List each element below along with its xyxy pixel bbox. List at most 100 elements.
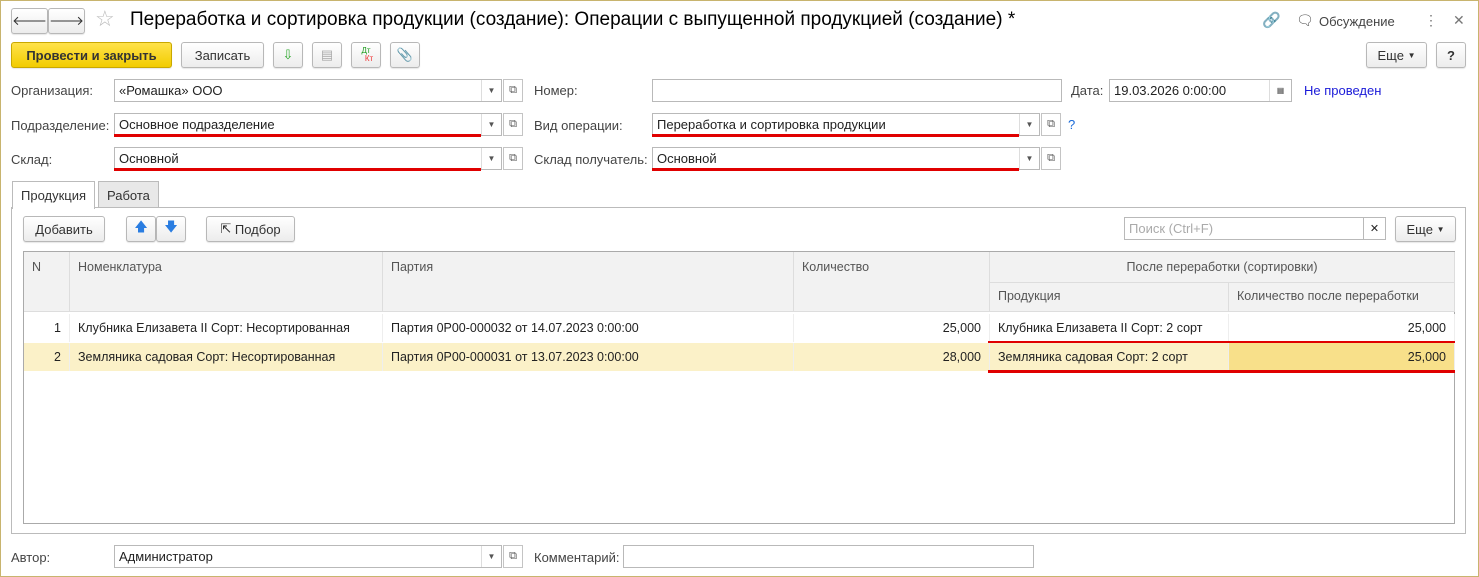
error-underline (988, 370, 1455, 373)
cell-product[interactable]: Земляника садовая Сорт: 2 сорт (990, 343, 1229, 371)
chevron-down-icon[interactable]: ▼ (481, 546, 501, 567)
window-title: Переработка и сортировка продукции (созд… (130, 9, 1016, 30)
cell-item[interactable]: Клубника Елизавета II Сорт: Несортирован… (70, 314, 383, 342)
post-and-close-button[interactable]: Провести и закрыть (11, 42, 172, 68)
unpost-icon[interactable]: ▤ (312, 42, 342, 68)
chevron-down-icon[interactable]: ▼ (481, 80, 501, 101)
link-icon[interactable]: 🔗 (1262, 11, 1281, 29)
table-more-button[interactable]: Еще ▼ (1395, 216, 1456, 242)
header-batch[interactable]: Партия (383, 252, 794, 312)
error-underline (114, 168, 481, 171)
cell-product[interactable]: Клубника Елизавета II Сорт: 2 сорт (990, 314, 1229, 342)
pick-button[interactable]: ⇱ Подбор (206, 216, 295, 242)
header-item[interactable]: Номенклатура (70, 252, 383, 312)
op-label: Вид операции: (534, 118, 623, 133)
error-underline (114, 134, 481, 137)
op-field[interactable]: Переработка и сортировка продукции ▼ (652, 113, 1040, 136)
help-button[interactable]: ? (1436, 42, 1466, 68)
error-underline (652, 134, 1019, 137)
open-icon[interactable]: ⧉ (1041, 113, 1061, 136)
attachment-icon[interactable]: 📎 (390, 42, 420, 68)
clear-search-icon[interactable]: ✕ (1363, 217, 1386, 240)
error-underline (652, 168, 1019, 171)
chevron-down-icon[interactable]: ▼ (1019, 148, 1039, 169)
header-n[interactable]: N (24, 252, 70, 312)
wh-label: Склад: (11, 152, 53, 167)
products-table: N Номенклатура Партия Количество После п… (23, 251, 1455, 524)
wh2-label: Склад получатель: (534, 152, 648, 167)
number-field[interactable] (652, 79, 1062, 102)
tab-products[interactable]: Продукция (12, 181, 96, 209)
wh-field[interactable]: Основной ▼ (114, 147, 502, 170)
dept-value: Основное подразделение (119, 117, 275, 132)
wh-value: Основной (119, 151, 179, 166)
more-label: Еще (1406, 221, 1433, 237)
comment-label: Комментарий: (534, 550, 620, 565)
date-field[interactable]: 19.03.2026 0:00:00 ▦ (1109, 79, 1292, 102)
close-icon[interactable]: ✕ (1453, 12, 1465, 29)
open-icon[interactable]: ⧉ (503, 545, 523, 568)
cell-item[interactable]: Земляника садовая Сорт: Несортированная (70, 343, 383, 371)
table-row-selected[interactable]: 2 Земляника садовая Сорт: Несортированна… (24, 343, 1455, 371)
forward-button[interactable]: 🡒 (48, 8, 85, 34)
add-button[interactable]: Добавить (23, 216, 105, 242)
org-label: Организация: (11, 83, 94, 98)
dept-label: Подразделение: (11, 118, 110, 133)
search-input[interactable]: Поиск (Ctrl+F) (1124, 217, 1364, 240)
date-label: Дата: (1071, 83, 1104, 98)
dt-kt-button[interactable]: Дт Кт (351, 42, 381, 68)
wh2-field[interactable]: Основной ▼ (652, 147, 1040, 170)
more-menu-icon[interactable]: ⋮ (1424, 12, 1438, 29)
more-label: Еще (1377, 47, 1404, 63)
more-button[interactable]: Еще ▼ (1366, 42, 1427, 68)
kt-label: Кт (364, 54, 374, 63)
chevron-down-icon: ▼ (1407, 50, 1416, 60)
cell-n: 2 (24, 343, 70, 371)
save-button[interactable]: Записать (181, 42, 264, 68)
pick-label: Подбор (234, 221, 281, 237)
back-button[interactable]: 🡐 (11, 8, 48, 34)
chevron-down-icon[interactable]: ▼ (1019, 114, 1039, 135)
cell-batch[interactable]: Партия 0Р00-000031 от 13.07.2023 0:00:00 (383, 343, 794, 371)
chevron-down-icon[interactable]: ▼ (481, 114, 501, 135)
favorite-star-icon[interactable]: ☆ (95, 6, 115, 32)
cell-qty[interactable]: 25,000 (794, 314, 990, 342)
post-icon[interactable]: ⇩ (273, 42, 303, 68)
chevron-down-icon[interactable]: ▼ (481, 148, 501, 169)
tab-work[interactable]: Работа (98, 181, 159, 208)
cell-batch[interactable]: Партия 0Р00-000032 от 14.07.2023 0:00:00 (383, 314, 794, 342)
cell-qty[interactable]: 28,000 (794, 343, 990, 371)
chevron-down-icon: ▼ (1436, 224, 1445, 234)
header-qty-after[interactable]: Количество после переработки (1229, 283, 1455, 312)
move-down-icon[interactable]: 🡇 (156, 216, 186, 242)
discussion-icon[interactable]: 🗨 (1296, 12, 1314, 29)
header-product[interactable]: Продукция (990, 283, 1229, 312)
comment-field[interactable] (623, 545, 1034, 568)
table-row[interactable]: 1 Клубника Елизавета II Сорт: Несортиров… (24, 314, 1455, 342)
number-label: Номер: (534, 83, 578, 98)
org-field[interactable]: «Ромашка» ООО ▼ (114, 79, 502, 102)
open-icon[interactable]: ⧉ (503, 113, 523, 136)
op-help-link[interactable]: ? (1068, 117, 1075, 132)
open-icon[interactable]: ⧉ (503, 79, 523, 102)
error-underline (988, 341, 1455, 343)
author-field[interactable]: Администратор ▼ (114, 545, 502, 568)
cell-qty-after[interactable]: 25,000 (1229, 314, 1455, 342)
cell-n: 1 (24, 314, 70, 342)
date-value: 19.03.2026 0:00:00 (1114, 83, 1227, 98)
author-label: Автор: (11, 550, 51, 565)
cell-qty-after[interactable]: 25,000 (1229, 343, 1455, 371)
move-up-icon[interactable]: 🡅 (126, 216, 156, 242)
open-icon[interactable]: ⧉ (503, 147, 523, 170)
author-value: Администратор (119, 549, 213, 564)
org-value: «Ромашка» ООО (119, 83, 223, 98)
calendar-icon[interactable]: ▦ (1269, 80, 1291, 101)
cursor-icon: ⇱ (220, 221, 232, 236)
wh2-value: Основной (657, 151, 717, 166)
discussion-link[interactable]: Обсуждение (1319, 14, 1395, 29)
status-link[interactable]: Не проведен (1304, 83, 1381, 98)
header-qty[interactable]: Количество (794, 252, 990, 312)
header-after-group: После переработки (сортировки) (990, 252, 1455, 283)
dept-field[interactable]: Основное подразделение ▼ (114, 113, 502, 136)
open-icon[interactable]: ⧉ (1041, 147, 1061, 170)
